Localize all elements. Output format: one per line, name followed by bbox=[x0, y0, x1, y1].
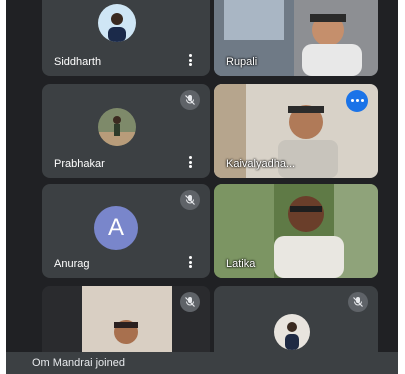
avatar: A bbox=[94, 206, 138, 250]
more-options-icon[interactable] bbox=[189, 156, 192, 168]
mic-off-icon bbox=[348, 292, 368, 312]
meeting-grid: Siddharth Rupali Prabhakar Kaivalyadha..… bbox=[6, 0, 398, 374]
join-notification: Om Mandrai joined bbox=[6, 352, 398, 374]
mic-off-icon bbox=[180, 90, 200, 110]
participant-tile-prabhakar[interactable]: Prabhakar bbox=[42, 84, 210, 178]
mic-off-icon bbox=[180, 292, 200, 312]
participant-name: Anurag bbox=[54, 258, 90, 270]
participant-tile-siddharth[interactable]: Siddharth bbox=[42, 0, 210, 76]
participant-name: Rupali bbox=[226, 56, 258, 68]
avatar bbox=[98, 108, 136, 146]
participant-name: Latika bbox=[226, 258, 256, 270]
participant-name: Prabhakar bbox=[54, 158, 105, 170]
more-options-icon[interactable] bbox=[189, 54, 192, 66]
participant-name: Kaivalyadha... bbox=[226, 158, 296, 170]
participant-name: Siddharth bbox=[54, 56, 102, 68]
participant-tile-kaivalyadha[interactable]: Kaivalyadha... bbox=[214, 84, 378, 178]
participant-tile-rupali[interactable]: Rupali bbox=[214, 0, 378, 76]
speaking-indicator-icon bbox=[346, 90, 368, 112]
mic-off-icon bbox=[180, 190, 200, 210]
participant-tile-latika[interactable]: Latika bbox=[214, 184, 378, 278]
avatar bbox=[274, 314, 310, 350]
more-options-icon[interactable] bbox=[189, 256, 192, 268]
participant-tile-anurag[interactable]: A Anurag bbox=[42, 184, 210, 278]
avatar bbox=[98, 4, 136, 42]
